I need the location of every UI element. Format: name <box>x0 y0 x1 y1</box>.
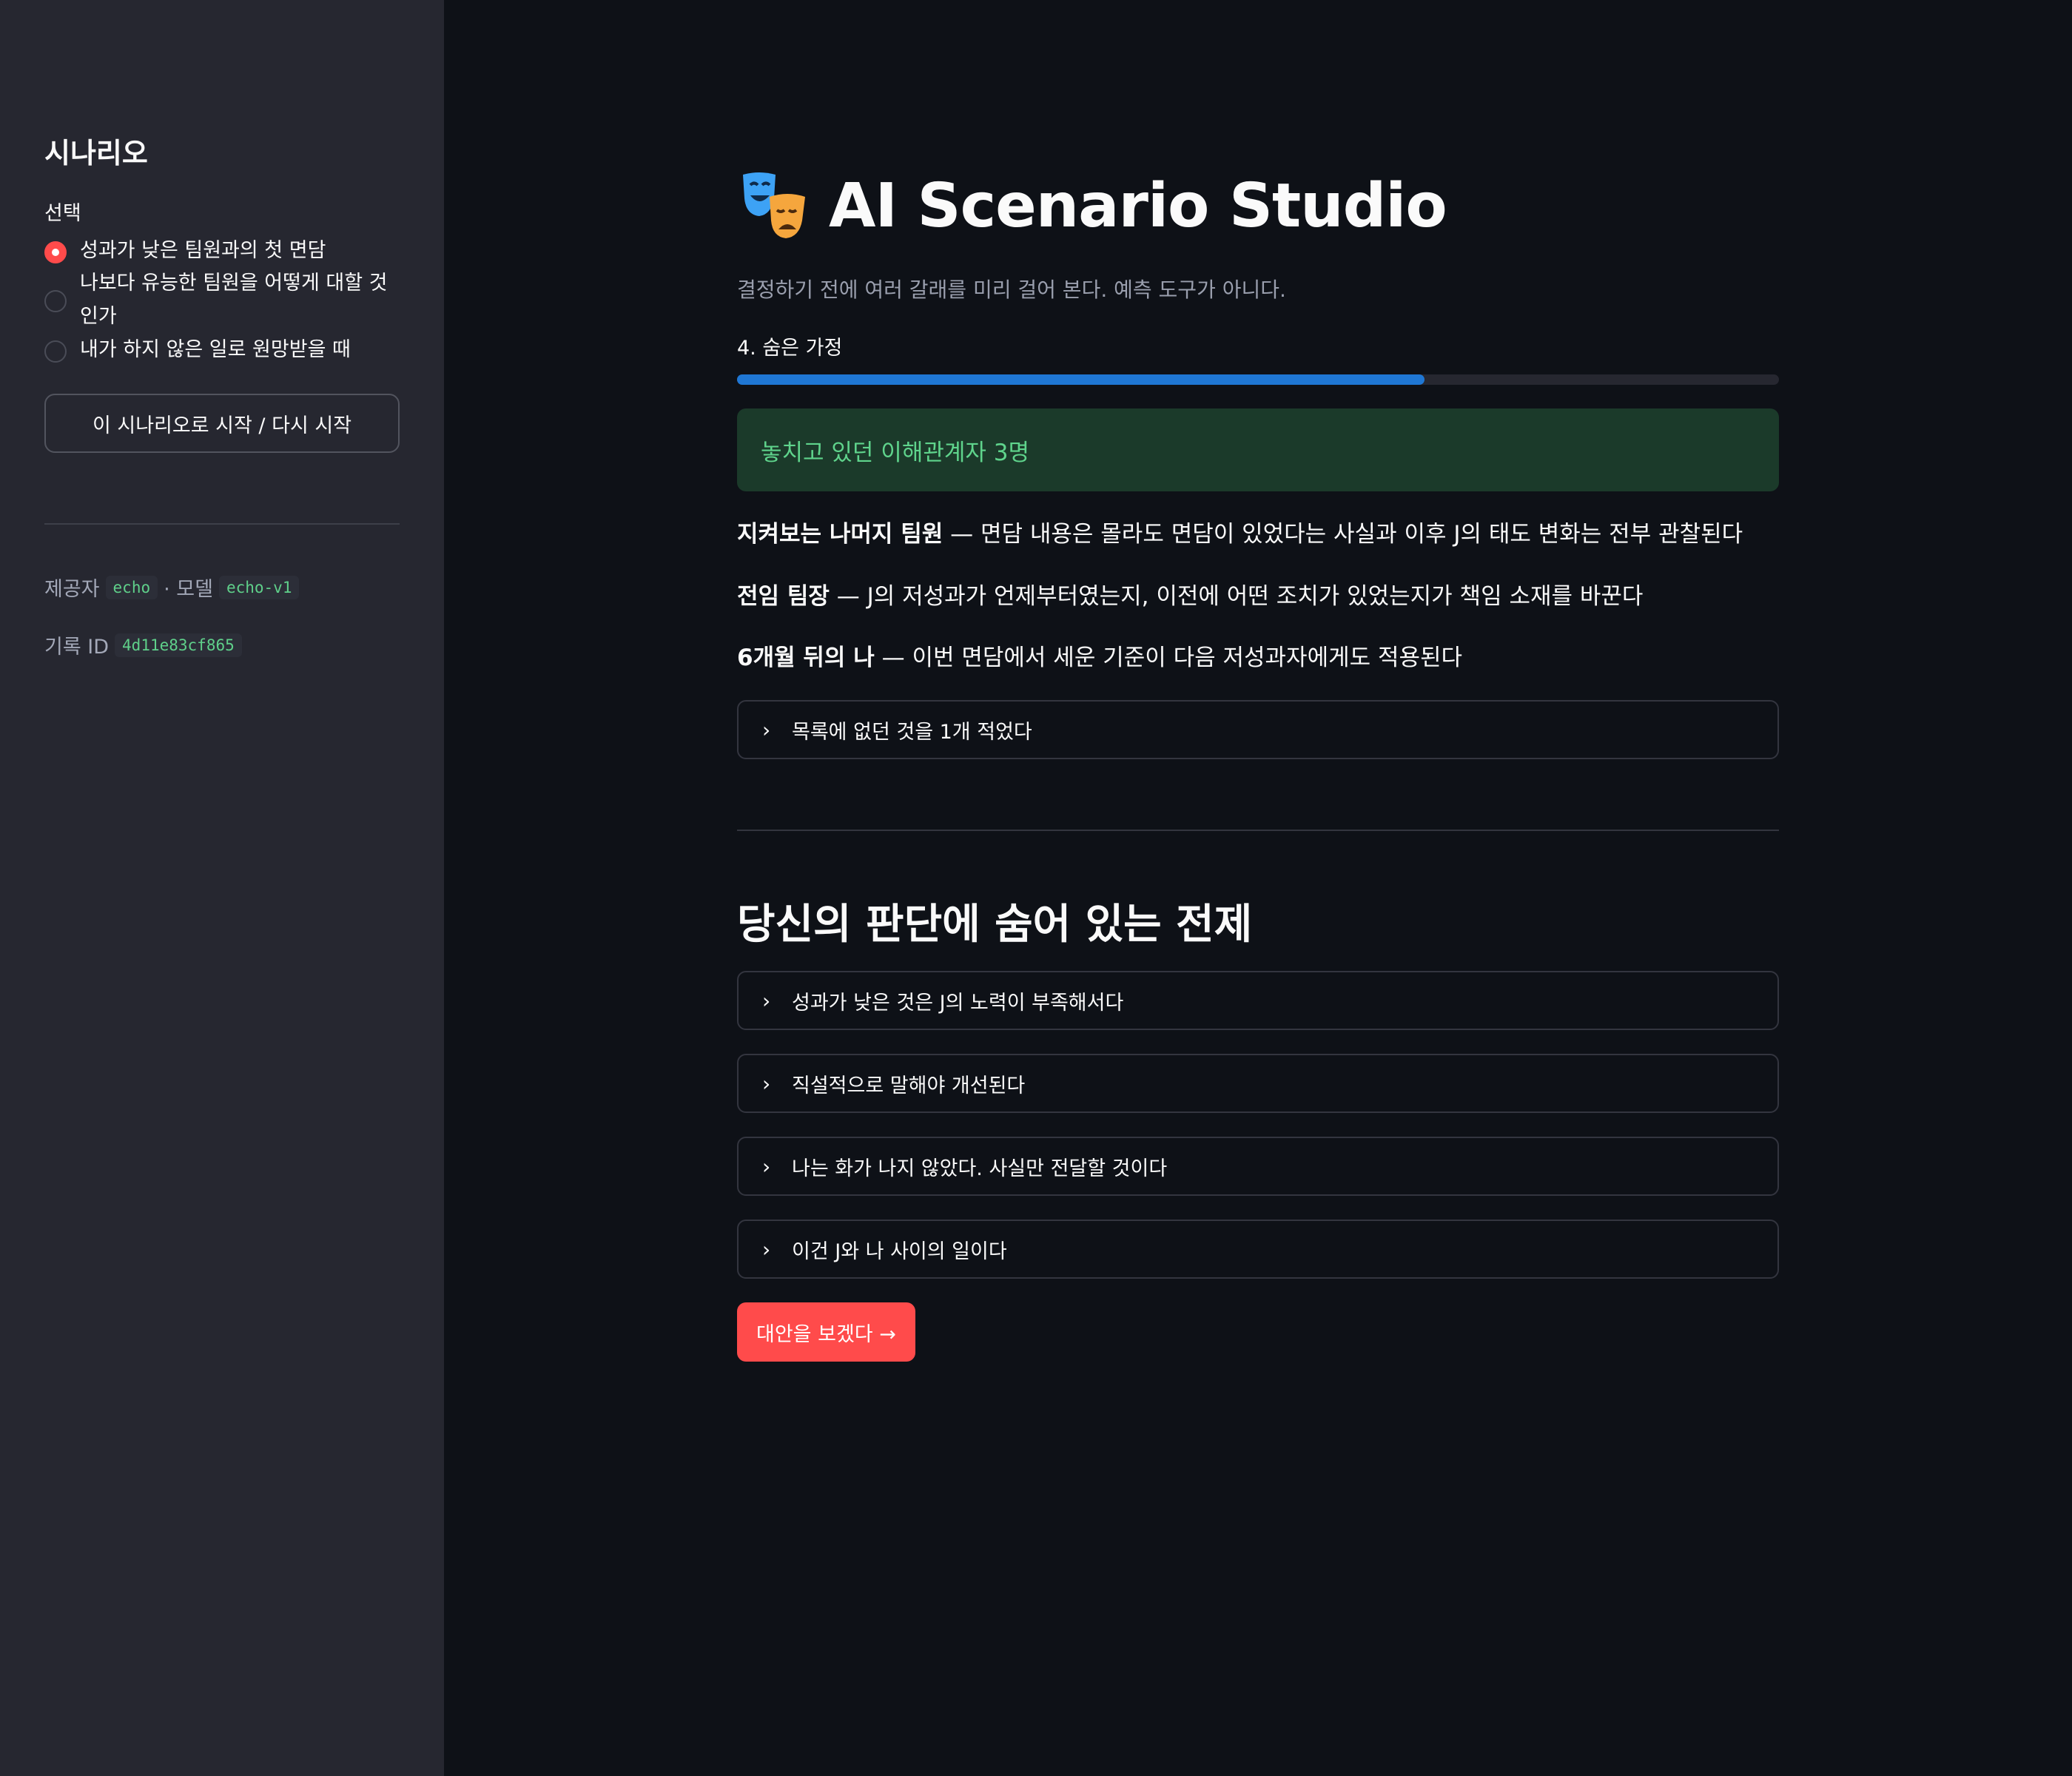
stakeholder-item: 전임 팀장 — J의 저성과가 언제부터였는지, 이전에 어떤 조치가 있었는지… <box>737 577 1643 610</box>
page-title: AI Scenario Studio <box>737 169 1447 243</box>
radio-checked-icon[interactable] <box>44 241 67 263</box>
model-value: echo-v1 <box>218 575 300 599</box>
scenario-option-1[interactable]: 성과가 낮은 팀원과의 첫 면담 <box>44 234 400 267</box>
progress-bar-fill <box>737 374 1425 385</box>
expander-label: 나는 화가 나지 않았다. 사실만 전달할 것이다 <box>792 1157 1168 1180</box>
radio-unchecked-icon[interactable] <box>44 340 67 363</box>
sidebar-title: 시나리오 <box>44 137 148 169</box>
scenario-option-3[interactable]: 내가 하지 않은 일로 원망받을 때 <box>44 333 400 366</box>
expander-label: 목록에 없던 것을 1개 적었다 <box>792 720 1032 744</box>
scenario-option-label: 나보다 유능한 팀원을 어떻게 대할 것인가 <box>80 272 388 328</box>
model-label: · 모델 <box>164 578 213 601</box>
performing-arts-masks-icon <box>743 172 805 238</box>
assumption-expander[interactable]: › 이건 J와 나 사이의 일이다 <box>737 1220 1779 1279</box>
missing-stakeholder-expander[interactable]: › 목록에 없던 것을 1개 적었다 <box>737 700 1779 759</box>
expander-label: 직설적으로 말해야 개선된다 <box>792 1074 1026 1097</box>
assumption-expander[interactable]: › 성과가 낮은 것은 J의 노력이 부족해서다 <box>737 971 1779 1030</box>
section-title: 당신의 판단에 숨어 있는 전제 <box>737 901 1253 949</box>
stakeholder-item: 지켜보는 나머지 팀원 — 면담 내용은 몰라도 면담이 있었다는 사실과 이후… <box>737 515 1743 548</box>
stakeholder-name: 6개월 뒤의 나 <box>737 645 875 671</box>
progress-step-label: 4. 숨은 가정 <box>737 337 843 360</box>
chevron-right-icon: › <box>762 717 771 742</box>
sidebar-divider <box>44 523 400 525</box>
assumption-expander[interactable]: › 나는 화가 나지 않았다. 사실만 전달할 것이다 <box>737 1137 1779 1196</box>
record-info: 기록 ID 4d11e83cf865 <box>44 630 248 659</box>
stakeholder-name: 전임 팀장 <box>737 583 830 610</box>
stakeholder-item: 6개월 뒤의 나 — 이번 면담에서 세운 기준이 다음 저성과자에게도 적용된… <box>737 639 1462 672</box>
start-scenario-button[interactable]: 이 시나리오로 시작 / 다시 시작 <box>44 394 400 453</box>
stakeholder-desc: — J의 저성과가 언제부터였는지, 이전에 어떤 조치가 있었는지가 책임 소… <box>829 583 1644 610</box>
scenario-option-label: 성과가 낮은 팀원과의 첫 면담 <box>80 239 326 262</box>
section-divider <box>737 830 1779 831</box>
see-alternatives-button[interactable]: 대안을 보겠다 → <box>737 1302 915 1362</box>
assumption-expander[interactable]: › 직설적으로 말해야 개선된다 <box>737 1054 1779 1113</box>
scenario-option-label: 내가 하지 않은 일로 원망받을 때 <box>80 338 351 361</box>
alert-text: 놓치고 있던 이해관계자 3명 <box>761 439 1030 466</box>
scenario-select-label: 선택 <box>44 202 81 225</box>
record-value: 4d11e83cf865 <box>115 633 242 657</box>
stakeholder-desc: — 면담 내용은 몰라도 면담이 있었다는 사실과 이후 J의 태도 변화는 전… <box>943 521 1743 548</box>
provider-info: 제공자 echo · 모델 echo-v1 <box>44 573 305 602</box>
radio-unchecked-icon[interactable] <box>44 290 67 312</box>
chevron-right-icon: › <box>762 988 771 1013</box>
chevron-right-icon: › <box>762 1071 771 1096</box>
page-subtitle: 결정하기 전에 여러 갈래를 미리 걸어 본다. 예측 도구가 아니다. <box>737 278 1286 302</box>
provider-label: 제공자 <box>44 578 100 601</box>
page-title-text: AI Scenario Studio <box>829 170 1447 241</box>
success-alert: 놓치고 있던 이해관계자 3명 <box>737 408 1779 491</box>
stakeholder-desc: — 이번 면담에서 세운 기준이 다음 저성과자에게도 적용된다 <box>874 645 1463 671</box>
scenario-option-2[interactable]: 나보다 유능한 팀원을 어떻게 대할 것인가 <box>44 266 400 333</box>
provider-value: echo <box>105 575 158 599</box>
expander-label: 이건 J와 나 사이의 일이다 <box>792 1240 1007 1263</box>
sidebar: 시나리오 선택 성과가 낮은 팀원과의 첫 면담 나보다 유능한 팀원을 어떻게… <box>0 0 444 1776</box>
chevron-right-icon: › <box>762 1237 771 1262</box>
record-label: 기록 ID <box>44 636 110 659</box>
stakeholder-name: 지켜보는 나머지 팀원 <box>737 521 944 548</box>
chevron-right-icon: › <box>762 1154 771 1179</box>
expander-label: 성과가 낮은 것은 J의 노력이 부족해서다 <box>792 991 1124 1015</box>
progress-bar <box>737 374 1779 385</box>
